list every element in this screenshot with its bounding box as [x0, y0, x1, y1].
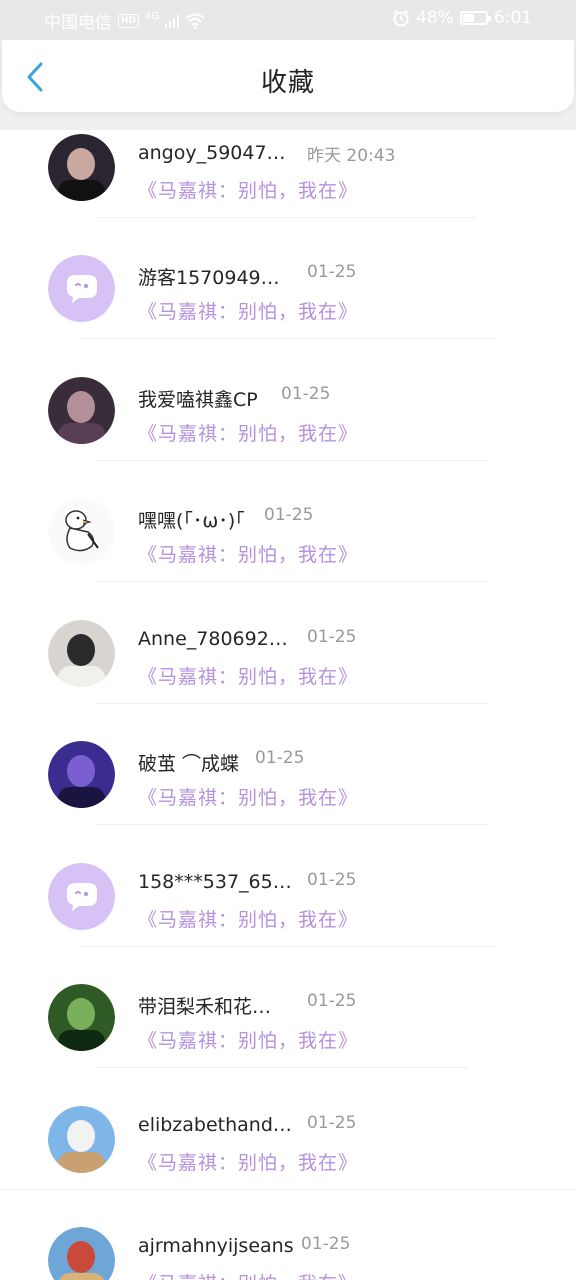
- list-item[interactable]: 破茧 ⌒成蝶 01-25 《马嘉祺：别怕，我在》: [0, 737, 576, 858]
- favorite-time: 01-25: [264, 505, 314, 525]
- divider: [96, 217, 476, 218]
- signal-icon: [165, 14, 180, 28]
- list-item[interactable]: 嘿嘿(｢･ω･)｢ 01-25 《马嘉祺：别怕，我在》: [0, 494, 576, 615]
- avatar[interactable]: [48, 134, 115, 201]
- carrier-label: 中国电信: [44, 13, 112, 33]
- list-item[interactable]: angoy_59047… 昨天 20:43 《马嘉祺：别怕，我在》: [0, 130, 576, 251]
- user-name[interactable]: Anne_780692…: [138, 628, 288, 650]
- book-title-link[interactable]: 《马嘉祺：别怕，我在》: [138, 905, 358, 932]
- page-title: 收藏: [260, 68, 315, 98]
- divider: [80, 338, 496, 339]
- favorite-time: 01-25: [255, 748, 305, 768]
- favorite-time: 01-25: [307, 1113, 357, 1133]
- avatar[interactable]: [48, 741, 115, 808]
- list-item[interactable]: Anne_780692… 01-25 《马嘉祺：别怕，我在》: [0, 616, 576, 737]
- book-title-link[interactable]: 《马嘉祺：别怕，我在》: [138, 1026, 358, 1053]
- favorite-time: 01-25: [307, 627, 357, 647]
- avatar[interactable]: [48, 620, 115, 687]
- avatar[interactable]: [48, 984, 115, 1051]
- list-item[interactable]: elibzabethand… 01-25 《马嘉祺：别怕，我在》: [0, 1102, 576, 1223]
- favorite-time: 01-25: [301, 1234, 351, 1254]
- hd-badge: HD: [118, 13, 140, 28]
- user-name[interactable]: 我爱嗑祺鑫CP: [138, 385, 258, 412]
- divider: [96, 703, 488, 704]
- list-item[interactable]: ajrmahnyijseans 01-25 《马嘉祺：别怕，我在》: [0, 1223, 576, 1280]
- avatar[interactable]: [48, 863, 115, 930]
- status-left: 中国电信 HD 4G: [44, 8, 205, 33]
- wifi-icon: [185, 13, 205, 29]
- book-title-link[interactable]: 《马嘉祺：别怕，我在》: [138, 783, 358, 810]
- book-title-link[interactable]: 《马嘉祺：别怕，我在》: [138, 297, 358, 324]
- avatar[interactable]: [48, 255, 115, 322]
- book-title-link[interactable]: 《马嘉祺：别怕，我在》: [138, 1148, 358, 1175]
- alarm-icon: [393, 9, 409, 27]
- user-name[interactable]: 破茧 ⌒成蝶: [138, 749, 239, 776]
- header: 收藏: [2, 40, 574, 112]
- list-item[interactable]: 158***537_65… 01-25 《马嘉祺：别怕，我在》: [0, 859, 576, 980]
- network-label: 4G: [145, 11, 160, 22]
- user-name[interactable]: angoy_59047…: [138, 142, 286, 164]
- list-item[interactable]: 游客1570949… 01-25 《马嘉祺：别怕，我在》: [0, 251, 576, 372]
- book-title-link[interactable]: 《马嘉祺：别怕，我在》: [138, 176, 358, 203]
- avatar[interactable]: [48, 1106, 115, 1173]
- book-title-link[interactable]: 《马嘉祺：别怕，我在》: [138, 540, 358, 567]
- favorite-time: 01-25: [307, 262, 357, 282]
- favorite-time: 昨天 20:43: [307, 146, 396, 166]
- divider: [80, 946, 496, 947]
- status-bar: 中国电信 HD 4G 48% 6:01: [0, 0, 576, 40]
- user-name[interactable]: 带泪梨禾和花…: [138, 992, 271, 1019]
- favorites-list[interactable]: angoy_59047… 昨天 20:43 《马嘉祺：别怕，我在》 游客1570949…: [0, 130, 576, 1280]
- divider: [96, 1067, 468, 1068]
- battery-icon: [459, 11, 491, 25]
- favorite-time: 01-25: [307, 870, 357, 890]
- user-name[interactable]: 嘿嘿(｢･ω･)｢: [138, 506, 245, 533]
- book-title-link[interactable]: 《马嘉祺：别怕，我在》: [138, 1269, 358, 1280]
- divider: [96, 824, 488, 825]
- divider: [96, 460, 488, 461]
- user-name[interactable]: 游客1570949…: [138, 263, 280, 290]
- list-item[interactable]: 带泪梨禾和花… 01-25 《马嘉祺：别怕，我在》: [0, 980, 576, 1101]
- avatar[interactable]: [48, 377, 115, 444]
- favorite-time: 01-25: [281, 384, 331, 404]
- divider: [0, 1189, 576, 1190]
- status-right: 48% 6:01: [392, 8, 532, 28]
- favorite-time: 01-25: [307, 991, 357, 1011]
- battery-percent: 48%: [416, 8, 454, 28]
- book-title-link[interactable]: 《马嘉祺：别怕，我在》: [138, 662, 358, 689]
- avatar[interactable]: [48, 1227, 115, 1280]
- user-name[interactable]: 158***537_65…: [138, 871, 292, 893]
- clock: 6:01: [493, 8, 532, 28]
- list-item[interactable]: 我爱嗑祺鑫CP 01-25 《马嘉祺：别怕，我在》: [0, 373, 576, 494]
- avatar[interactable]: [48, 498, 115, 565]
- book-title-link[interactable]: 《马嘉祺：别怕，我在》: [138, 419, 358, 446]
- user-name[interactable]: elibzabethand…: [138, 1114, 292, 1136]
- divider: [96, 581, 488, 582]
- user-name[interactable]: ajrmahnyijseans: [138, 1235, 294, 1257]
